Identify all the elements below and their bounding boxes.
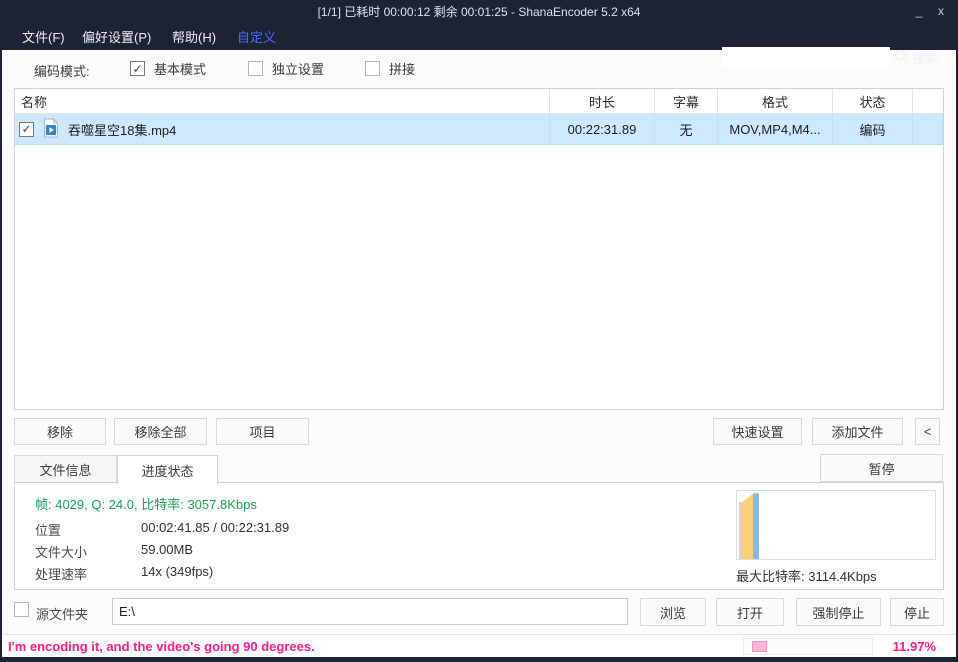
- file-row-checkbox[interactable]: ✓: [19, 122, 34, 137]
- project-button[interactable]: 项目: [216, 418, 309, 445]
- encode-progress-bar: [743, 638, 873, 655]
- tab-file-info[interactable]: 文件信息: [14, 455, 117, 483]
- mode-option-independent[interactable]: 独立设置: [248, 59, 324, 78]
- pause-button[interactable]: 暂停: [820, 454, 943, 482]
- window-title: [1/1] 已耗时 00:00:12 剩余 00:01:25 - ShanaEn…: [318, 3, 641, 20]
- encode-mode-label: 编码模式:: [34, 61, 90, 80]
- minimize-button[interactable]: _: [908, 0, 930, 22]
- column-header-duration[interactable]: 时长: [550, 89, 655, 113]
- file-name-cell: ✓ 吞噬星空18集.mp4: [15, 114, 550, 144]
- add-file-button[interactable]: 添加文件: [812, 418, 903, 445]
- progress-fill: [752, 641, 767, 652]
- bitrate-graph: [736, 490, 936, 560]
- search-button-label[interactable]: 搜索: [912, 47, 938, 67]
- mode-option-label: 独立设置: [272, 59, 324, 78]
- checkbox-concat[interactable]: [365, 61, 380, 76]
- file-size-value: 59.00MB: [141, 542, 193, 557]
- mode-option-label: 拼接: [389, 59, 415, 78]
- window-border-bottom: [0, 657, 958, 662]
- browse-button[interactable]: 浏览: [640, 598, 706, 626]
- source-folder-label: 源文件夹: [36, 604, 88, 623]
- position-value: 00:02:41.85 / 00:22:31.89: [141, 520, 289, 535]
- quick-settings-button[interactable]: 快速设置: [713, 418, 802, 445]
- mode-option-basic[interactable]: ✓ 基本模式: [130, 59, 206, 78]
- source-folder-checkbox[interactable]: [14, 602, 29, 617]
- close-button[interactable]: x: [930, 0, 952, 22]
- file-subtitle: 无: [655, 114, 718, 144]
- menu-preferences[interactable]: 偏好设置(P): [82, 22, 151, 50]
- column-header-format[interactable]: 格式: [718, 89, 833, 113]
- window-border-left: [0, 0, 2, 662]
- file-queue-table: 名称 时长 字幕 格式 状态 ✓ 吞噬星空18集.mp4 00:22:31.89…: [14, 88, 944, 410]
- force-stop-button[interactable]: 强制停止: [796, 598, 881, 626]
- max-bitrate-label: 最大比特率: 3114.4Kbps: [736, 566, 877, 585]
- open-button[interactable]: 打开: [716, 598, 784, 626]
- position-label: 位置: [35, 520, 61, 539]
- status-message: I'm encoding it, and the video's going 9…: [8, 635, 315, 658]
- shanaencoder-window: [1/1] 已耗时 00:00:12 剩余 00:01:25 - ShanaEn…: [0, 0, 958, 662]
- menu-help[interactable]: 帮助(H): [172, 22, 216, 50]
- progress-percent: 11.97%: [876, 635, 936, 658]
- checkbox-independent-settings[interactable]: [248, 61, 263, 76]
- encoding-stats-line: 帧: 4029, Q: 24.0, 比特率: 3057.8Kbps: [35, 494, 257, 513]
- stop-button[interactable]: 停止: [890, 598, 944, 626]
- title-bar: [1/1] 已耗时 00:00:12 剩余 00:01:25 - ShanaEn…: [0, 0, 958, 22]
- file-duration: 00:22:31.89: [550, 114, 655, 144]
- speed-label: 处理速率: [35, 564, 87, 583]
- file-format: MOV,MP4,M4...: [718, 114, 833, 144]
- mode-option-label: 基本模式: [154, 59, 206, 78]
- table-header-row: 名称 时长 字幕 格式 状态: [15, 89, 943, 114]
- column-header-subtitle[interactable]: 字幕: [655, 89, 718, 113]
- mode-option-concat[interactable]: 拼接: [365, 59, 415, 78]
- output-path-input[interactable]: [112, 598, 628, 625]
- table-row[interactable]: ✓ 吞噬星空18集.mp4 00:22:31.89 无 MOV,MP4,M4..…: [15, 114, 943, 145]
- column-header-name[interactable]: 名称: [15, 89, 550, 113]
- tab-progress-status[interactable]: 进度状态: [117, 455, 218, 484]
- menu-bar: 文件(F) 偏好设置(P) 帮助(H) 自定义 搜索: [0, 22, 958, 50]
- file-size-label: 文件大小: [35, 542, 87, 561]
- file-row-spacer: [913, 114, 943, 144]
- speed-value: 14x (349fps): [141, 564, 213, 579]
- remove-button[interactable]: 移除: [14, 418, 106, 445]
- file-name: 吞噬星空18集.mp4: [68, 120, 176, 139]
- progress-status-panel: 帧: 4029, Q: 24.0, 比特率: 3057.8Kbps 位置 00:…: [14, 482, 944, 590]
- menu-customize[interactable]: 自定义: [237, 22, 276, 50]
- collapse-button[interactable]: <: [915, 418, 940, 445]
- checkbox-basic-mode[interactable]: ✓: [130, 61, 145, 76]
- search-input[interactable]: [722, 47, 890, 67]
- column-header-status[interactable]: 状态: [833, 89, 913, 113]
- video-file-icon: [42, 118, 60, 141]
- remove-all-button[interactable]: 移除全部: [114, 418, 207, 445]
- column-header-spacer: [913, 89, 943, 113]
- search-icon: [894, 49, 909, 69]
- file-status: 编码: [833, 114, 913, 144]
- status-bar: I'm encoding it, and the video's going 9…: [0, 634, 958, 657]
- menu-file[interactable]: 文件(F): [22, 22, 65, 50]
